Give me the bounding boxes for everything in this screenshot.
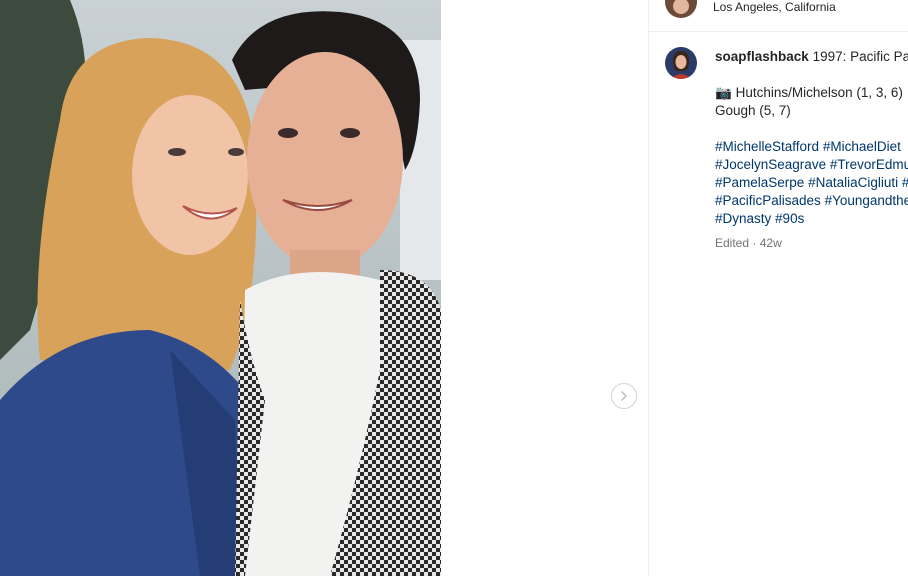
caption-text: 1997: Pacific Pali [812, 49, 908, 64]
hashtag-line: #PamelaSerpe #NataliaCigliuti # [715, 174, 908, 192]
post-timestamp[interactable]: 42w [760, 236, 782, 250]
post-header: Los Angeles, California [665, 0, 908, 18]
username-link[interactable]: soapflashback [715, 49, 809, 64]
caption-first-line: soapflashback 1997: Pacific Pali [715, 48, 908, 66]
photo-credit-text: Hutchins/Michelson (1, 3, 6) [735, 85, 903, 100]
hashtag-link[interactable]: # [902, 175, 908, 190]
hashtag-line: #PacificPalisades #Youngandthe [715, 192, 908, 210]
avatar[interactable] [665, 47, 697, 79]
post-photo[interactable] [0, 0, 441, 576]
camera-icon: 📷 [715, 85, 732, 100]
hashtag-line: #Dynasty #90s [715, 210, 908, 228]
hashtag-link[interactable]: #90s [775, 211, 804, 226]
chevron-right-icon [621, 391, 627, 401]
instagram-post-view: Los Angeles, California soapflashback 19… [0, 0, 908, 576]
photo-credit-line-2: Gough (5, 7) [715, 103, 791, 118]
hashtag-link[interactable]: #NataliaCigliuti [808, 175, 898, 190]
hashtag-link[interactable]: #Youngandthe [825, 193, 908, 208]
photo-credit-line: 📷 Hutchins/Michelson (1, 3, 6) [715, 84, 908, 102]
hashtag-line: #MichelleStafford #MichaelDiet [715, 138, 908, 156]
post-caption: soapflashback 1997: Pacific Pali 📷 Hutch… [715, 48, 908, 252]
hashtag-link[interactable]: #MichaelDiet [823, 139, 901, 154]
comments-pane: Los Angeles, California soapflashback 19… [649, 0, 908, 576]
hashtag-link[interactable]: #TrevorEdmu [830, 157, 908, 172]
hashtag-link[interactable]: #PamelaSerpe [715, 175, 804, 190]
edited-label: Edited [715, 236, 750, 250]
hashtag-link[interactable]: #PacificPalisades [715, 193, 821, 208]
next-photo-button[interactable] [611, 383, 637, 409]
hashtag-line: #JocelynSeagrave #TrevorEdmu [715, 156, 908, 174]
post-meta: Edited · 42w [715, 234, 908, 252]
location-link[interactable]: Los Angeles, California [713, 0, 836, 14]
header-avatar[interactable] [665, 0, 697, 18]
hashtag-link[interactable]: #JocelynSeagrave [715, 157, 826, 172]
media-pane [0, 0, 648, 576]
hashtag-link[interactable]: #Dynasty [715, 211, 771, 226]
meta-separator: · [752, 236, 757, 250]
hashtag-link[interactable]: #MichelleStafford [715, 139, 819, 154]
header-divider [649, 31, 908, 32]
